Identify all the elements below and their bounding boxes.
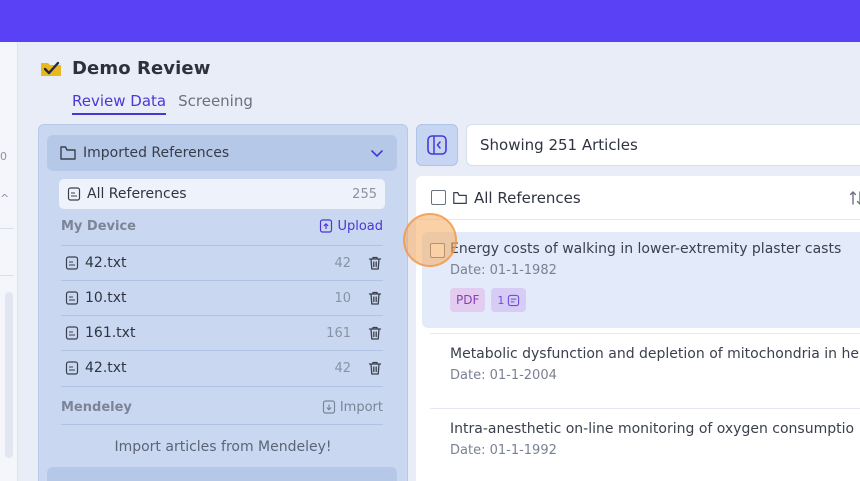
file-name: 10.txt: [85, 290, 127, 306]
imported-references-header[interactable]: Imported References: [47, 135, 397, 171]
section-divider: [61, 424, 383, 425]
file-text-icon: [65, 291, 79, 305]
article-list: All References Energy costs of walking i…: [416, 176, 860, 481]
file-count: 42: [334, 360, 351, 376]
device-file-row[interactable]: 42.txt 42: [61, 350, 383, 385]
rail-mark-top: 0: [0, 150, 7, 163]
rail-scrollbar[interactable]: [5, 292, 13, 458]
my-device-row: My Device Upload: [61, 215, 383, 237]
article-date: Date: 01-1-1992: [450, 443, 557, 458]
article-date: Date: 01-1-2004: [450, 368, 557, 383]
article-list-header: All References: [416, 176, 860, 220]
file-name: 42.txt: [85, 255, 127, 271]
device-file-row[interactable]: 161.txt 161: [61, 315, 383, 350]
folder-icon: [453, 191, 467, 204]
tab-review-data[interactable]: Review Data: [72, 92, 167, 115]
article-tags: PDF 1: [450, 288, 860, 312]
file-count: 42: [334, 255, 351, 271]
article-separator: [430, 408, 860, 409]
imported-references-title: Imported References: [83, 145, 230, 161]
file-name: 161.txt: [85, 325, 136, 341]
rail-divider: [0, 275, 14, 276]
references-panel: Imported References All References 255 M…: [38, 124, 408, 481]
notes-badge[interactable]: 1: [491, 288, 527, 312]
rail-divider: [0, 228, 14, 229]
file-text-icon: [65, 361, 79, 375]
my-device-label: My Device: [61, 218, 136, 234]
collapsed-section-header[interactable]: [47, 467, 397, 481]
article-checkbox[interactable]: [430, 243, 445, 258]
folder-check-icon: [41, 61, 61, 76]
file-text-icon: [65, 326, 79, 340]
showing-articles-bar: Showing 251 Articles: [466, 124, 860, 166]
import-button[interactable]: Import: [322, 400, 383, 415]
file-count: 161: [326, 325, 351, 341]
notes-count: 1: [497, 293, 505, 307]
article-title[interactable]: Intra-anesthetic on-line monitoring of o…: [450, 421, 860, 437]
device-file-row[interactable]: 42.txt 42: [61, 245, 383, 280]
file-name: 42.txt: [85, 360, 127, 376]
upload-icon: [320, 219, 333, 233]
article-item[interactable]: Intra-anesthetic on-line monitoring of o…: [422, 421, 860, 481]
tab-bar: Review Data Screening: [72, 92, 253, 115]
all-references-label: All References: [87, 186, 187, 202]
article-item[interactable]: Metabolic dysfunction and depletion of m…: [422, 346, 860, 406]
mendeley-message: Import articles from Mendeley!: [114, 439, 332, 455]
sidebar-toggle-button[interactable]: [416, 124, 458, 166]
top-bar: [0, 0, 860, 42]
upload-button[interactable]: Upload: [319, 219, 383, 234]
mendeley-row: Mendeley Import: [61, 396, 383, 418]
select-all-checkbox[interactable]: [431, 190, 446, 205]
upload-label: Upload: [337, 218, 383, 234]
article-separator: [430, 333, 860, 334]
file-text-icon: [67, 187, 81, 201]
article-title[interactable]: Energy costs of walking in lower-extremi…: [450, 232, 860, 257]
article-title[interactable]: Metabolic dysfunction and depletion of m…: [450, 346, 860, 362]
device-file-row[interactable]: 10.txt 10: [61, 280, 383, 315]
folder-icon: [60, 146, 76, 160]
notes-icon: [508, 294, 520, 306]
left-rail: 0 ^: [0, 42, 18, 481]
main-area: Demo Review Review Data Screening Import…: [18, 42, 860, 481]
mendeley-label: Mendeley: [61, 399, 132, 415]
article-date: Date: 01-1-1982: [450, 263, 557, 278]
trash-icon[interactable]: [367, 325, 383, 341]
file-count: 10: [334, 290, 351, 306]
article-list-title: All References: [474, 188, 581, 207]
pdf-badge[interactable]: PDF: [450, 288, 486, 312]
sidebar-collapse-icon: [427, 135, 447, 155]
sort-icon[interactable]: [848, 189, 860, 207]
trash-icon[interactable]: [367, 360, 383, 376]
project-header: Demo Review: [40, 58, 210, 79]
import-icon: [322, 400, 335, 414]
project-title: Demo Review: [72, 58, 211, 79]
chevron-down-icon[interactable]: [369, 145, 385, 161]
section-divider: [61, 386, 383, 387]
all-references-item[interactable]: All References 255: [59, 179, 385, 209]
all-references-count: 255: [352, 186, 377, 202]
file-text-icon: [65, 256, 79, 270]
article-item[interactable]: Energy costs of walking in lower-extremi…: [422, 232, 860, 328]
rail-mark-mid: ^: [0, 192, 10, 205]
trash-icon[interactable]: [367, 290, 383, 306]
import-label: Import: [339, 399, 383, 415]
trash-icon[interactable]: [367, 255, 383, 271]
tab-screening[interactable]: Screening: [178, 92, 253, 115]
